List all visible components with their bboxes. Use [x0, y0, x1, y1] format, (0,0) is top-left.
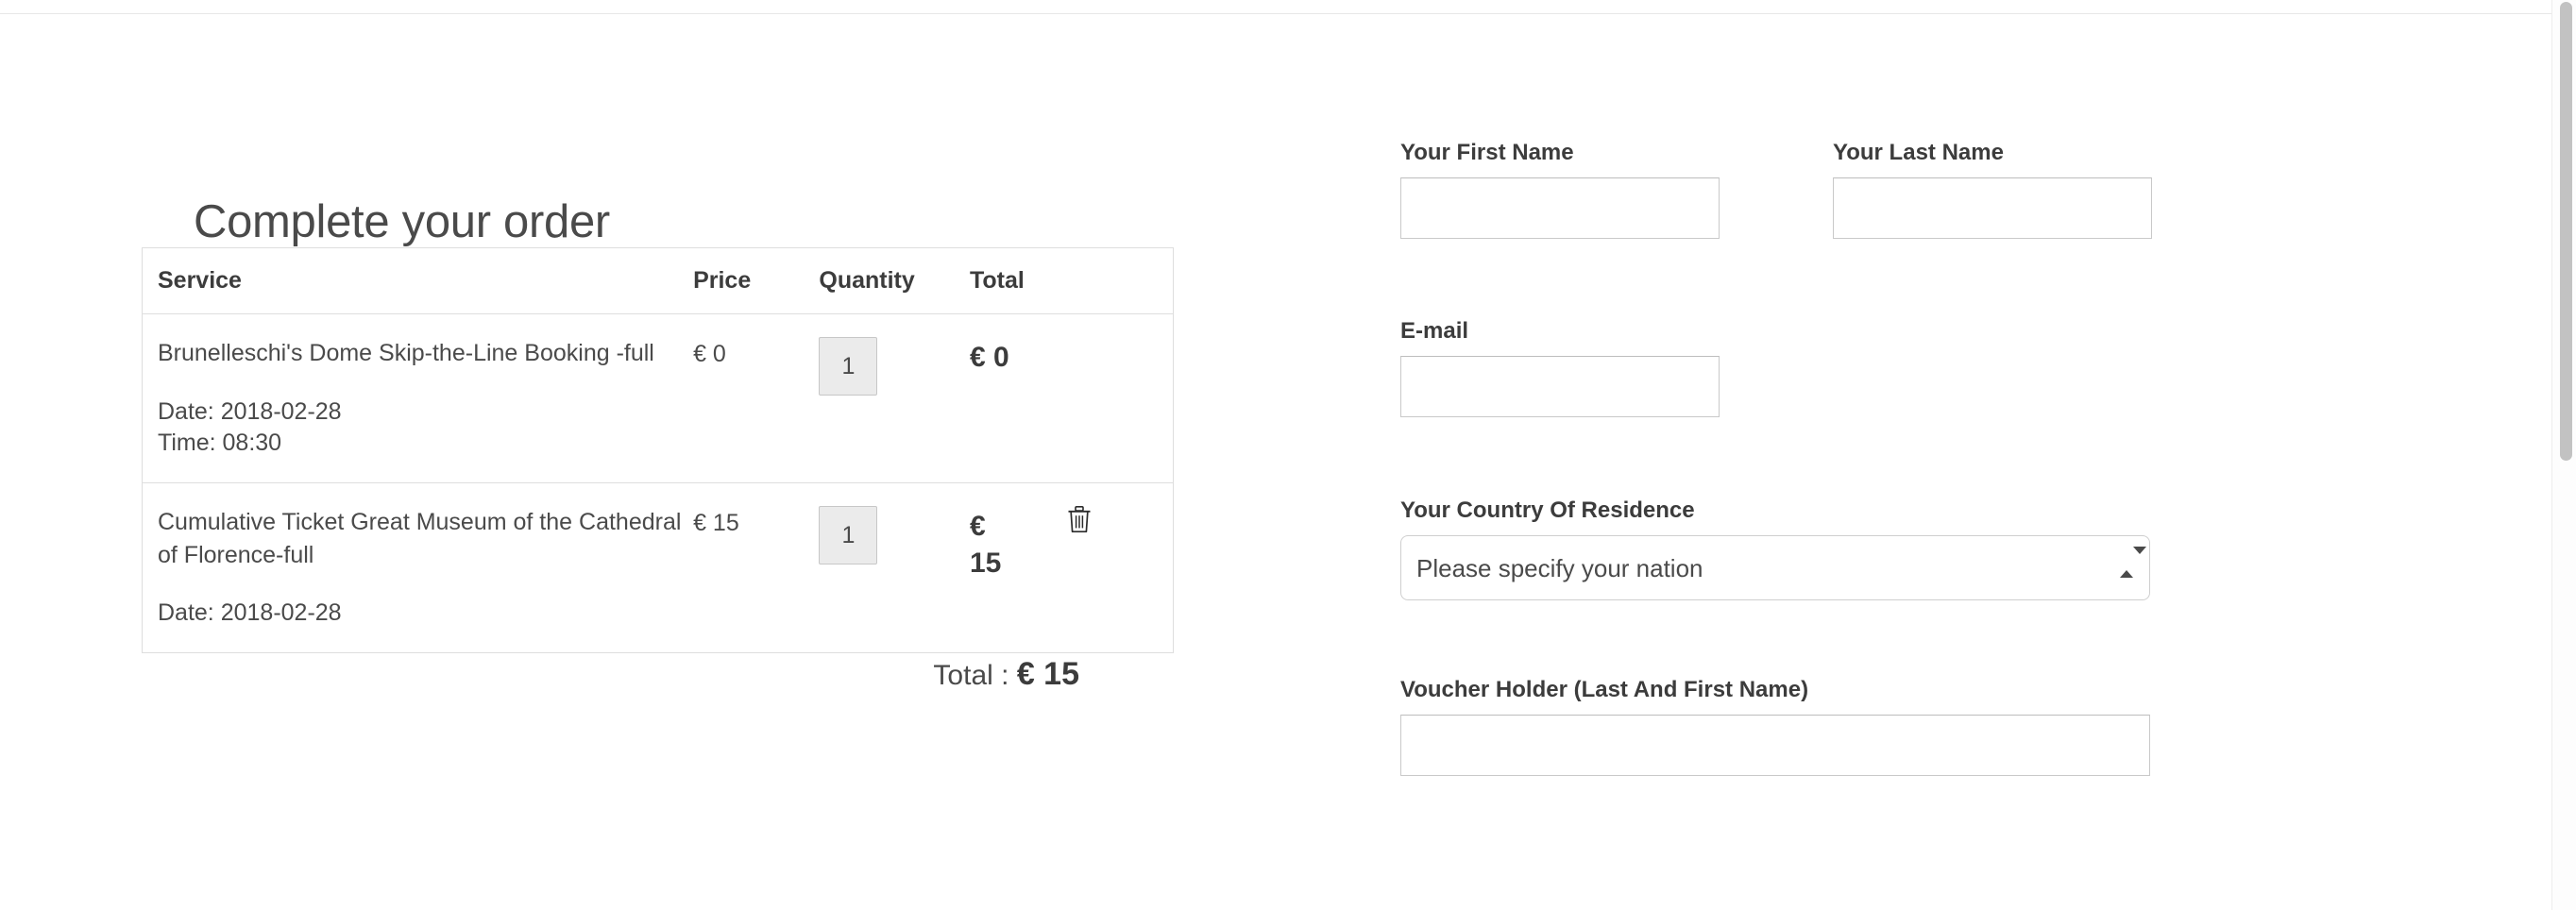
order-item-name: Brunelleschi's Dome Skip-the-Line Bookin… [158, 340, 654, 366]
order-item-total-currency: € [970, 511, 986, 542]
table-row: Brunelleschi's Dome Skip-the-Line Bookin… [143, 314, 1173, 483]
first-name-label: Your First Name [1400, 140, 1574, 165]
trash-icon [1067, 506, 1092, 533]
order-item-action [1067, 506, 1173, 540]
order-item-time: Time: 08:30 [158, 430, 282, 457]
grand-total: Total : € 15 [142, 656, 1174, 693]
delete-item-button[interactable] [1067, 506, 1092, 533]
order-item-name: Cumulative Ticket Great Museum of the Ca… [158, 509, 682, 568]
order-item-date: Date: 2018-02-28 [158, 599, 342, 626]
email-field[interactable] [1400, 356, 1720, 417]
email-label: E-mail [1400, 318, 1469, 344]
quantity-input[interactable] [819, 337, 878, 396]
order-item-meta: Date: 2018-02-28 [158, 598, 693, 630]
order-item-total-value: € 0 [970, 342, 1009, 373]
order-item-meta: Date: 2018-02-28 Time: 08:30 [158, 396, 693, 461]
voucher-holder-field[interactable] [1400, 715, 2150, 776]
column-header-quantity: Quantity [819, 267, 915, 294]
order-item-date: Date: 2018-02-28 [158, 397, 342, 425]
order-checkout-page: Complete your order Service Price Quanti… [0, 0, 2576, 910]
column-header-price: Price [693, 267, 752, 294]
order-item-total-amount: 15 [970, 548, 1002, 579]
order-item-total: € 0 [970, 337, 1067, 376]
table-row: Cumulative Ticket Great Museum of the Ca… [143, 483, 1173, 652]
scrollbar-thumb[interactable] [2560, 2, 2572, 461]
order-item-quantity [819, 337, 970, 396]
voucher-holder-label: Voucher Holder (Last And First Name) [1400, 677, 1809, 702]
grand-total-label: Total : [933, 660, 1009, 691]
first-name-field[interactable] [1400, 177, 1720, 239]
order-item-price: € 15 [693, 506, 819, 537]
page-title: Complete your order [194, 195, 610, 247]
customer-form-panel: Your First Name Your Last Name E-mail Yo… [1400, 0, 2515, 910]
grand-total-value: € 15 [1016, 656, 1079, 692]
order-item-total-value: € 15 [970, 506, 1067, 581]
column-header-service: Service [158, 267, 242, 294]
order-item-price-value: € 15 [693, 510, 739, 536]
country-select[interactable]: Please specify your nation [1400, 535, 2150, 600]
last-name-label: Your Last Name [1833, 140, 2004, 165]
column-header-total: Total [970, 267, 1025, 294]
order-item-price: € 0 [693, 337, 819, 368]
country-label: Your Country Of Residence [1400, 497, 1695, 523]
order-summary-panel: Complete your order Service Price Quanti… [0, 0, 1360, 910]
order-item-price-value: € 0 [693, 341, 726, 367]
country-select-wrapper: Please specify your nation [1400, 535, 2150, 600]
order-table: Service Price Quantity Total Brunellesch… [142, 247, 1174, 653]
order-item-service: Cumulative Ticket Great Museum of the Ca… [143, 506, 693, 630]
order-item-quantity [819, 506, 970, 565]
order-item-total: € 15 [970, 506, 1067, 581]
quantity-input[interactable] [819, 506, 878, 565]
table-header-row: Service Price Quantity Total [143, 248, 1173, 314]
last-name-field[interactable] [1833, 177, 2152, 239]
vertical-scrollbar[interactable] [2551, 0, 2576, 910]
order-item-service: Brunelleschi's Dome Skip-the-Line Bookin… [143, 337, 693, 460]
